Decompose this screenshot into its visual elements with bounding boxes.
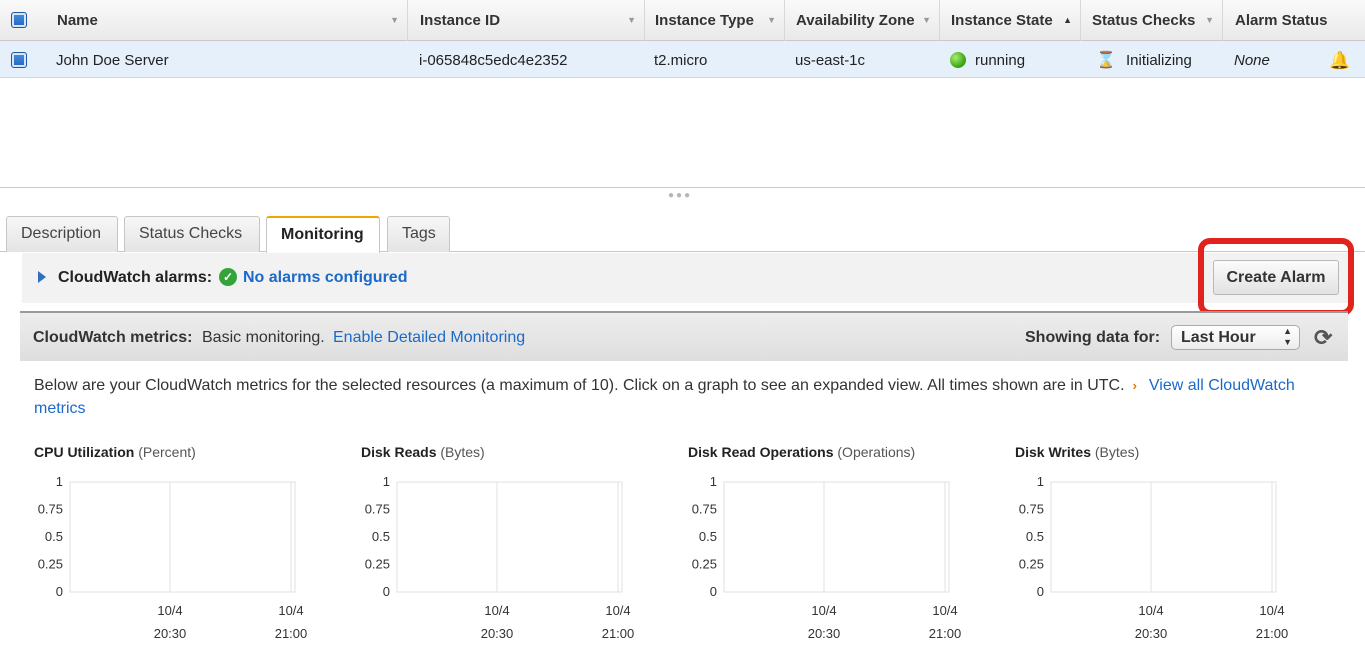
sort-arrow-icon[interactable]: ▲	[1063, 0, 1072, 41]
y-tick-label: 0	[710, 584, 717, 599]
x-tick-label: 21:00	[929, 626, 962, 641]
cloudwatch-metrics-bar: CloudWatch metrics: Basic monitoring. En…	[20, 311, 1348, 361]
cell-instance-type: t2.micro	[654, 52, 708, 69]
tab-status-checks[interactable]: Status Checks	[124, 216, 260, 252]
y-tick-label: 0.25	[1019, 557, 1044, 572]
x-tick-label: 10/4	[278, 603, 303, 618]
graph-title-disk-read-operations[interactable]: Disk Read Operations (Operations)	[688, 444, 915, 460]
x-tick-label: 21:00	[1256, 626, 1289, 641]
expand-caret-icon[interactable]	[38, 271, 46, 283]
alarm-bell-icon[interactable]: 🔔	[1329, 41, 1350, 78]
y-tick-label: 1	[1037, 474, 1044, 489]
column-header-availability-zone[interactable]: Availability Zone ▼	[786, 0, 940, 41]
x-tick-label: 21:00	[275, 626, 308, 641]
y-tick-label: 0.75	[1019, 502, 1044, 517]
y-tick-label: 1	[383, 474, 390, 489]
panel-splitter[interactable]	[0, 187, 1365, 188]
x-tick-label: 10/4	[1259, 603, 1284, 618]
x-tick-label: 20:30	[1135, 626, 1168, 641]
cell-status-checks: ⌛ Initializing	[1096, 41, 1192, 78]
y-tick-label: 1	[710, 474, 717, 489]
y-tick-label: 0.75	[692, 502, 717, 517]
instance-table-header: Name ▼ Instance ID ▼ Instance Type ▼ Availa…	[0, 0, 1365, 41]
graph-title-disk-writes[interactable]: Disk Writes (Bytes)	[1015, 444, 1139, 460]
column-header-instance-state[interactable]: Instance State ▲	[941, 0, 1081, 41]
x-tick-label: 10/4	[157, 603, 182, 618]
y-tick-label: 0.5	[699, 529, 717, 544]
y-tick-label: 0.5	[1026, 529, 1044, 544]
sort-arrow-icon[interactable]: ▼	[390, 0, 399, 41]
plot-area	[723, 481, 950, 593]
refresh-icon[interactable]: ⟳	[1314, 325, 1332, 351]
table-row[interactable]: John Doe Server i-065848c5edc4e2352 t2.m…	[0, 41, 1365, 78]
sort-arrow-icon[interactable]: ▼	[1205, 0, 1214, 41]
cell-instance-state: running	[950, 41, 1025, 78]
x-tick-label: 10/4	[1138, 603, 1163, 618]
ok-check-icon: ✓	[219, 268, 237, 286]
column-header-instance-id[interactable]: Instance ID ▼	[410, 0, 645, 41]
time-range-select[interactable]: Last Hour ▲ ▼	[1171, 325, 1300, 350]
select-all-checkbox-icon[interactable]	[11, 12, 27, 28]
enable-detailed-monitoring-link[interactable]: Enable Detailed Monitoring	[333, 329, 525, 347]
y-tick-label: 0	[1037, 584, 1044, 599]
x-tick-label: 20:30	[154, 626, 187, 641]
y-tick-label: 0.25	[365, 557, 390, 572]
y-tick-label: 0.5	[45, 529, 63, 544]
y-tick-label: 0.75	[38, 502, 63, 517]
graph-title-disk-reads[interactable]: Disk Reads (Bytes)	[361, 444, 485, 460]
sort-arrow-icon[interactable]: ▼	[627, 0, 636, 41]
row-checkbox-icon[interactable]	[11, 52, 27, 68]
tab-monitoring[interactable]: Monitoring	[266, 216, 380, 253]
cloudwatch-alarms-bar: CloudWatch alarms: ✓ No alarms configure…	[22, 253, 1348, 303]
chart-disk-writes[interactable]: 1 0.75 0.5 0.25 0 10/4 20:30 10/4 21:00	[1001, 472, 1301, 652]
cell-instance-id: i-065848c5edc4e2352	[419, 52, 568, 69]
x-tick-label: 20:30	[808, 626, 841, 641]
alarms-label: CloudWatch alarms:	[58, 269, 213, 286]
chevron-right-icon: ›	[1132, 378, 1137, 393]
monitoring-mode-text: Basic monitoring.	[202, 329, 325, 346]
x-tick-label: 10/4	[484, 603, 509, 618]
sort-arrow-icon[interactable]: ▼	[767, 0, 776, 41]
plot-area	[396, 481, 623, 593]
y-tick-label: 1	[56, 474, 63, 489]
plot-area	[69, 481, 296, 593]
metrics-label: CloudWatch metrics:	[33, 329, 193, 346]
plot-area	[1050, 481, 1277, 593]
y-tick-label: 0.75	[365, 502, 390, 517]
y-tick-label: 0.5	[372, 529, 390, 544]
highlight-box	[1198, 238, 1354, 316]
chart-disk-reads[interactable]: 1 0.75 0.5 0.25 0 10/4 20:30 10/4 21:00	[347, 472, 647, 652]
column-header-instance-type[interactable]: Instance Type ▼	[645, 0, 785, 41]
showing-data-label: Showing data for:	[1025, 329, 1161, 346]
x-tick-label: 10/4	[811, 603, 836, 618]
y-tick-label: 0.25	[692, 557, 717, 572]
running-status-icon	[950, 52, 966, 68]
x-tick-label: 10/4	[932, 603, 957, 618]
select-arrows-icon: ▲ ▼	[1283, 326, 1292, 347]
y-tick-label: 0.25	[38, 557, 63, 572]
cell-alarm-status: None	[1234, 52, 1270, 69]
alarms-status-link[interactable]: No alarms configured	[243, 269, 407, 287]
cell-availability-zone: us-east-1c	[795, 52, 866, 69]
splitter-grip-icon[interactable]: ●●●	[668, 190, 692, 201]
tab-tags[interactable]: Tags	[387, 216, 450, 252]
x-tick-label: 10/4	[605, 603, 630, 618]
column-header-alarm-status[interactable]: Alarm Status	[1225, 0, 1365, 41]
metrics-description: Below are your CloudWatch metrics for th…	[34, 377, 1295, 417]
cell-name: John Doe Server	[56, 52, 169, 69]
chart-cpu-utilization[interactable]: 1 0.75 0.5 0.25 0 10/4 20:30 10/4 21:00	[20, 472, 320, 652]
tab-description[interactable]: Description	[6, 216, 118, 252]
column-header-status-checks[interactable]: Status Checks ▼	[1082, 0, 1223, 41]
x-tick-label: 21:00	[602, 626, 635, 641]
graph-title-cpu-utilization[interactable]: CPU Utilization (Percent)	[34, 444, 196, 460]
chart-disk-read-operations[interactable]: 1 0.75 0.5 0.25 0 10/4 20:30 10/4 21:00	[674, 472, 974, 652]
y-tick-label: 0	[56, 584, 63, 599]
hourglass-icon: ⌛	[1096, 52, 1116, 69]
y-tick-label: 0	[383, 584, 390, 599]
sort-arrow-icon[interactable]: ▼	[922, 0, 931, 41]
column-header-name[interactable]: Name ▼	[47, 0, 408, 41]
x-tick-label: 20:30	[481, 626, 514, 641]
